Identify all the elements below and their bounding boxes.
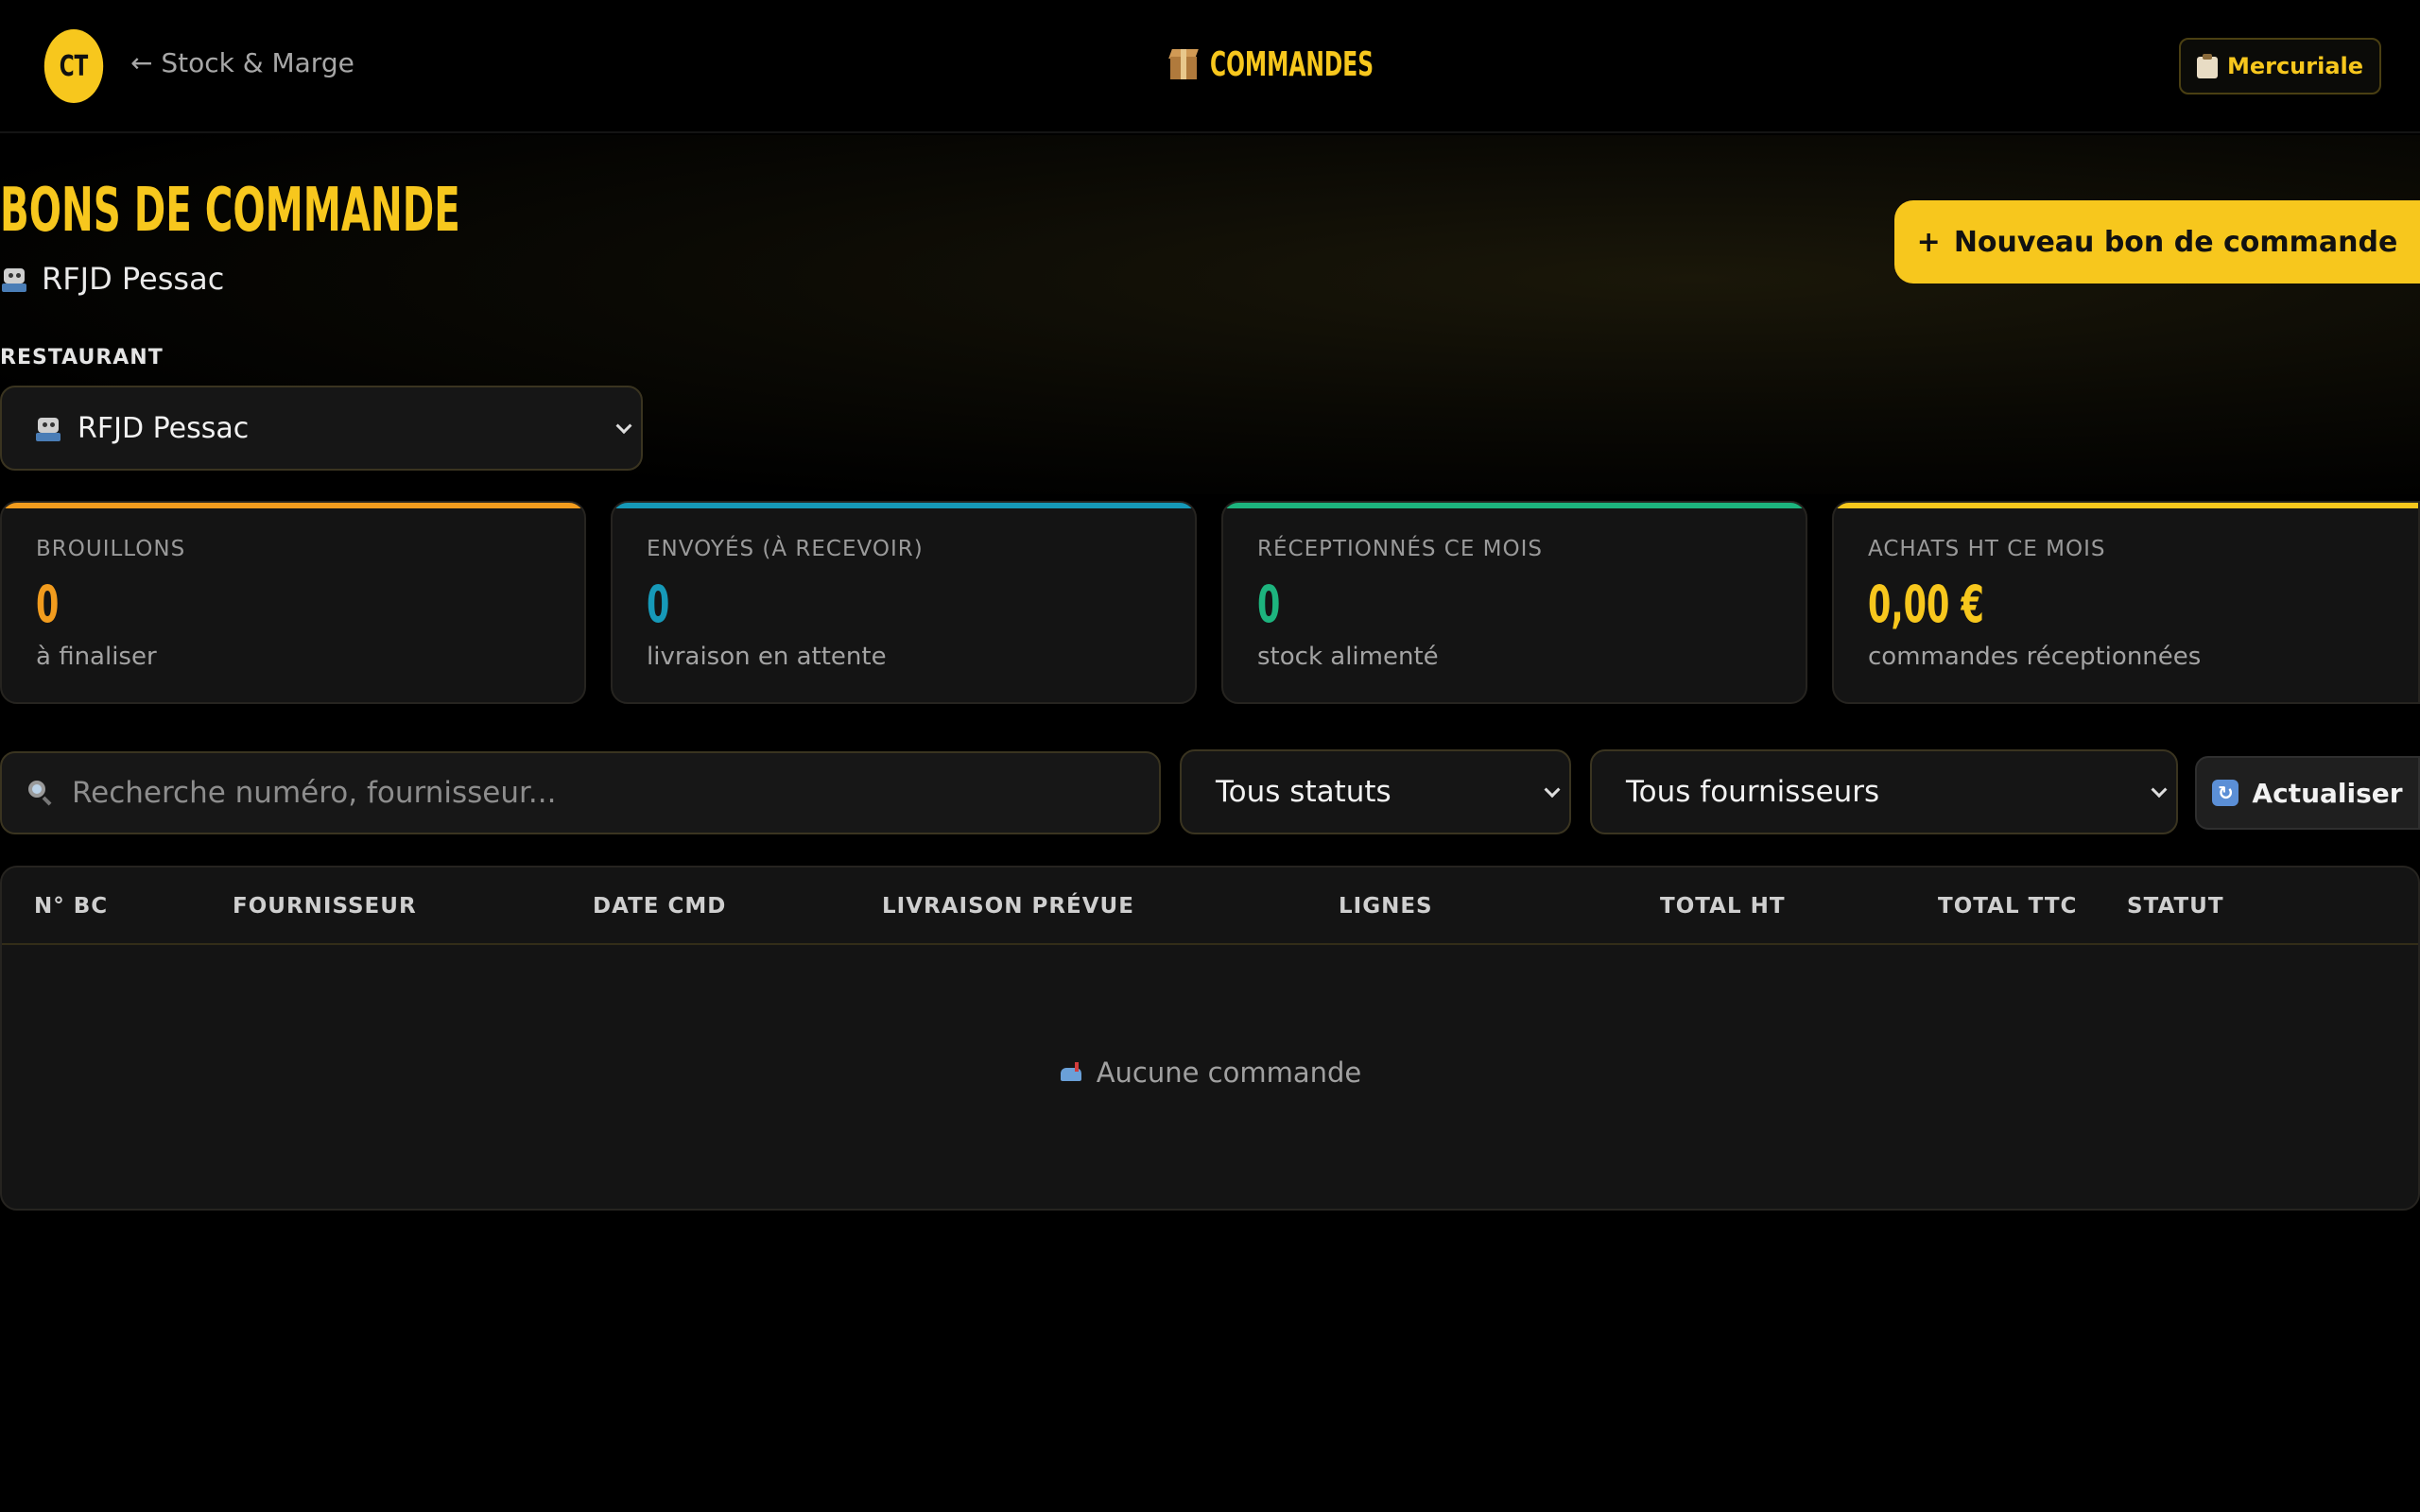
package-icon	[1165, 45, 1202, 83]
status-select-value: Tous statuts	[1216, 775, 1392, 809]
search-box	[0, 751, 1161, 834]
chevron-down-icon	[615, 418, 632, 435]
column-header-status[interactable]: STATUT	[2127, 894, 2224, 919]
restaurant-subtitle-label: RFJD Pessac	[42, 261, 225, 297]
supplier-select-value: Tous fournisseurs	[1626, 775, 1880, 809]
card-subtitle: stock alimenté	[1257, 643, 1439, 671]
search-input[interactable]	[72, 776, 1134, 810]
restaurant-select[interactable]: RFJD Pessac	[0, 386, 643, 471]
orders-table: N° BC FOURNISSEUR DATE CMD LIVRAISON PRÉ…	[0, 866, 2420, 1211]
chevron-down-icon	[1544, 782, 1561, 799]
app-title-label: COMMANDES	[1210, 44, 1374, 84]
card-title: ENVOYÉS (À RECEVOIR)	[647, 537, 924, 561]
empty-state: Aucune commande	[2, 1057, 2418, 1089]
card-value: 0,00 €	[1868, 575, 1984, 634]
table-header: N° BC FOURNISSEUR DATE CMD LIVRAISON PRÉ…	[2, 868, 2418, 945]
restaurant-select-value: RFJD Pessac	[78, 411, 250, 445]
back-link-stock-marge[interactable]: ← Stock & Marge	[130, 47, 354, 78]
card-accent-bar	[1834, 503, 2418, 508]
search-icon	[26, 779, 55, 807]
robot-icon	[34, 414, 62, 442]
app-title: COMMANDES	[1165, 38, 1437, 91]
refresh-icon: ↻	[2212, 780, 2239, 806]
restaurant-field-label: RESTAURANT	[0, 346, 164, 369]
mailbox-icon	[1059, 1062, 1083, 1083]
card-value: 0	[647, 575, 670, 634]
top-bar: CT ← Stock & Marge COMMANDES Mercuriale	[0, 0, 2420, 133]
chevron-down-icon	[2151, 782, 2168, 799]
refresh-label: Actualiser	[2252, 777, 2403, 809]
column-header-lines[interactable]: LIGNES	[1339, 894, 1433, 919]
card-drafts: BROUILLONS 0 à finaliser	[0, 501, 586, 704]
column-header-total-ttc[interactable]: TOTAL TTC	[1938, 894, 2077, 919]
card-accent-bar	[2, 503, 584, 508]
back-link-label: ← Stock & Marge	[130, 47, 354, 78]
new-order-label: Nouveau bon de commande	[1953, 225, 2398, 259]
card-accent-bar	[613, 503, 1195, 508]
robot-icon	[0, 265, 28, 293]
card-title: BROUILLONS	[36, 537, 186, 561]
column-header-delivery[interactable]: LIVRAISON PRÉVUE	[882, 894, 1134, 919]
new-order-button[interactable]: + Nouveau bon de commande	[1894, 200, 2420, 284]
restaurant-subtitle: RFJD Pessac	[0, 261, 224, 297]
refresh-button[interactable]: ↻ Actualiser	[2195, 756, 2420, 830]
card-accent-bar	[1223, 503, 1806, 508]
mercuriale-button[interactable]: Mercuriale	[2179, 38, 2381, 94]
plus-icon: +	[1916, 225, 1941, 259]
avatar[interactable]: CT	[43, 29, 104, 103]
card-sent: ENVOYÉS (À RECEVOIR) 0 livraison en atte…	[611, 501, 1197, 704]
card-subtitle: livraison en attente	[647, 643, 887, 671]
card-subtitle: commandes réceptionnées	[1868, 643, 2202, 671]
column-header-total-ht[interactable]: TOTAL HT	[1660, 894, 1786, 919]
empty-state-message: Aucune commande	[1096, 1057, 1362, 1089]
status-select[interactable]: Tous statuts	[1180, 749, 1571, 834]
page-title: BONS DE COMMANDE	[0, 176, 460, 246]
card-title: RÉCEPTIONNÉS CE MOIS	[1257, 537, 1543, 561]
card-subtitle: à finaliser	[36, 643, 157, 671]
card-value: 0	[36, 575, 60, 634]
card-purchases: ACHATS HT CE MOIS 0,00 € commandes récep…	[1832, 501, 2420, 704]
clipboard-icon	[2196, 54, 2218, 78]
column-header-order-date[interactable]: DATE CMD	[593, 894, 726, 919]
card-received: RÉCEPTIONNÉS CE MOIS 0 stock alimenté	[1221, 501, 1807, 704]
mercuriale-label: Mercuriale	[2226, 53, 2364, 79]
column-header-supplier[interactable]: FOURNISSEUR	[233, 894, 417, 919]
card-title: ACHATS HT CE MOIS	[1868, 537, 2106, 561]
supplier-select[interactable]: Tous fournisseurs	[1590, 749, 2178, 834]
column-header-number[interactable]: N° BC	[34, 894, 108, 919]
card-value: 0	[1257, 575, 1281, 634]
